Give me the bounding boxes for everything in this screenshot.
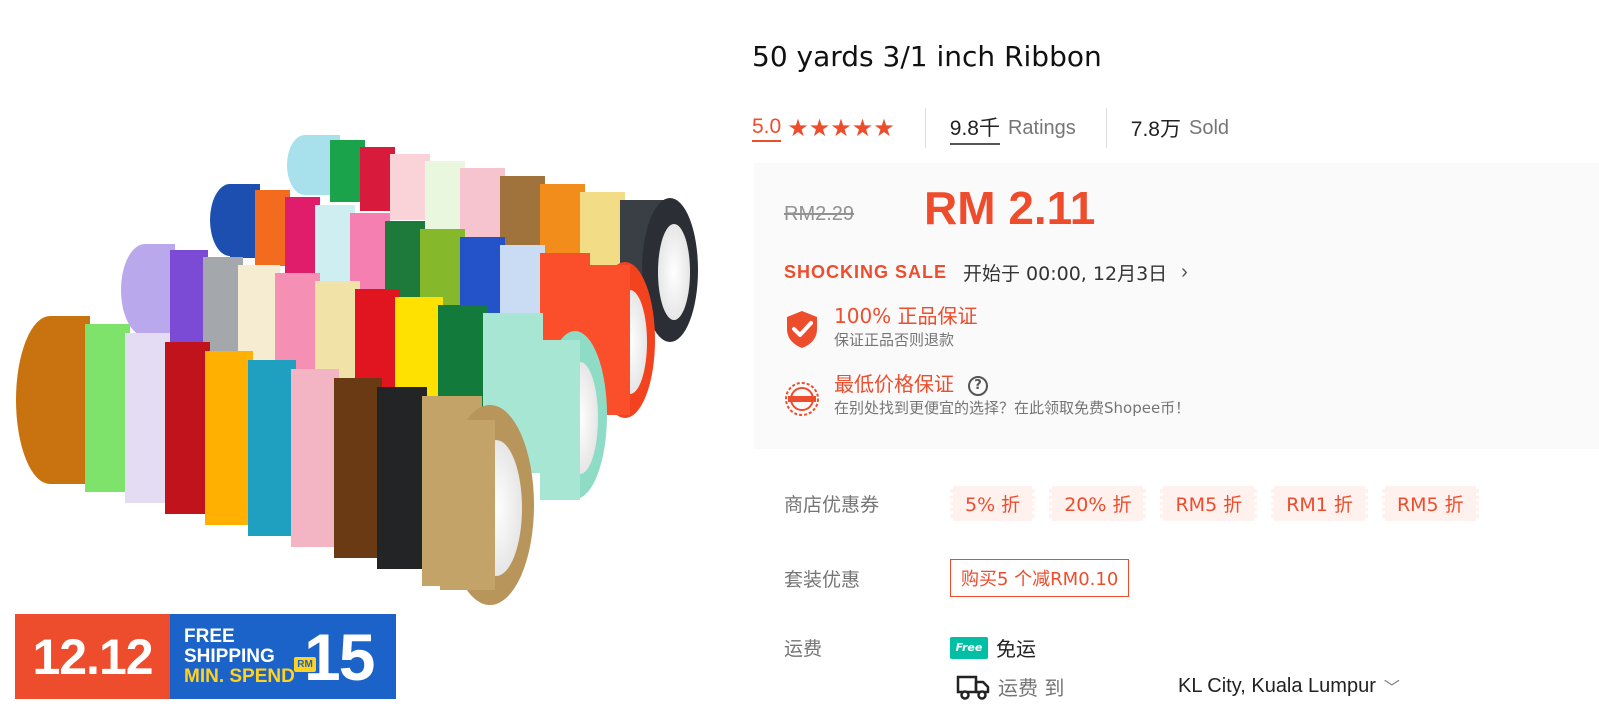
voucher-chip[interactable]: RM5 折 xyxy=(1160,486,1258,521)
truck-icon xyxy=(956,675,990,700)
ship-to-label: 运费 到 xyxy=(998,676,1065,700)
shop-vouchers-row: 商店优惠券 5% 折 20% 折 RM5 折 RM1 折 RM5 折 xyxy=(784,486,1479,521)
shield-check-icon xyxy=(787,311,817,348)
sale-label: SHOCKING SALE xyxy=(784,262,948,282)
promo-line-min-spend: MIN. SPEND xyxy=(184,665,295,687)
chevron-right-icon[interactable]: › xyxy=(1181,261,1188,284)
free-shipping-text: 免运 xyxy=(996,637,1036,661)
product-title: 50 yards 3/1 inch Ribbon xyxy=(752,40,1102,73)
bundle-deal-row: 套装优惠 购买5 个减RM0.10 xyxy=(784,559,1130,597)
shipping-location-select[interactable]: KL City, Kuala Lumpur ﹀ xyxy=(1178,674,1400,698)
lowest-price-title-text: 最低价格保证 xyxy=(834,372,954,396)
voucher-chip[interactable]: 20% 折 xyxy=(1049,486,1147,521)
product-stats: 5.0 ★★★★★ 9.8千 Ratings 7.8万 Sold xyxy=(752,108,1259,148)
voucher-chip[interactable]: 5% 折 xyxy=(950,486,1036,521)
product-image[interactable]: 12.12 FREE SHIPPING MIN. SPEND RM 15 xyxy=(0,0,730,720)
promo-date: 12.12 xyxy=(15,614,170,699)
ratings-label: Ratings xyxy=(1007,116,1076,139)
guarantee-seal-icon xyxy=(785,382,819,416)
star-icons: ★★★★★ xyxy=(787,114,895,142)
ship-to: 运费 到 xyxy=(956,672,1064,701)
ribbon-rolls-illustration xyxy=(16,135,698,605)
authentic-guarantee[interactable]: 100% 正品保证 保证正品否则退款 xyxy=(784,303,978,351)
voucher-chip[interactable]: RM1 折 xyxy=(1271,486,1368,521)
rating-summary[interactable]: 5.0 ★★★★★ xyxy=(752,108,926,148)
original-price: RM2.29 xyxy=(784,203,855,225)
free-shipping: Free 免运 xyxy=(950,633,1036,662)
voucher-chip[interactable]: RM5 折 xyxy=(1381,486,1479,521)
authentic-title: 100% 正品保证 xyxy=(834,304,978,328)
promo-line-free: FREE xyxy=(184,625,235,647)
shipping-label: 运费 xyxy=(784,638,823,660)
voucher-list: 5% 折 20% 折 RM5 折 RM1 折 RM5 折 xyxy=(950,486,1479,521)
promo-free-shipping: FREE SHIPPING MIN. SPEND RM 15 xyxy=(170,614,396,699)
ratings-count: 9.8千 xyxy=(949,112,1000,145)
promo-banner: 12.12 FREE SHIPPING MIN. SPEND RM 15 xyxy=(15,614,396,699)
authentic-subtitle: 保证正品否则退款 xyxy=(834,331,955,349)
shipping-row: 运费 Free 免运 xyxy=(784,633,1036,662)
sold-count: 7.8万 xyxy=(1130,117,1181,141)
flash-sale-row[interactable]: SHOCKING SALE 开始于 00:00, 12月3日 › xyxy=(784,259,1188,286)
lowest-price-guarantee[interactable]: 最低价格保证? 在别处找到更便宜的选择？在此领取免费Shopee币！ xyxy=(784,371,1190,419)
promo-line-shipping: SHIPPING xyxy=(184,645,275,667)
sale-start-time: 开始于 00:00, 12月3日 xyxy=(963,263,1168,285)
price-panel: RM2.29 RM 2.11 SHOCKING SALE 开始于 00:00, … xyxy=(754,163,1599,449)
sold-label: Sold xyxy=(1189,116,1230,139)
bundle-deal-label: 套装优惠 xyxy=(784,568,861,591)
bundle-deal-chip[interactable]: 购买5 个减RM0.10 xyxy=(950,559,1130,597)
location-value: KL City, Kuala Lumpur xyxy=(1178,674,1376,697)
chevron-down-icon: ﹀ xyxy=(1383,680,1400,697)
current-price: RM 2.11 xyxy=(924,182,1096,234)
ratings-count-block[interactable]: 9.8千 Ratings xyxy=(926,108,1107,148)
lowest-price-subtitle: 在别处找到更便宜的选择？在此领取免费Shopee币！ xyxy=(834,399,1191,417)
lowest-price-title: 最低价格保证? xyxy=(834,371,1190,397)
question-circle-icon[interactable]: ? xyxy=(968,375,988,396)
promo-amount: 15 xyxy=(304,619,375,694)
free-shipping-icon: Free xyxy=(950,636,988,659)
sold-count-block: 7.8万 Sold xyxy=(1107,108,1259,148)
rating-value: 5.0 xyxy=(752,115,782,142)
shop-vouchers-label: 商店优惠券 xyxy=(784,494,880,516)
